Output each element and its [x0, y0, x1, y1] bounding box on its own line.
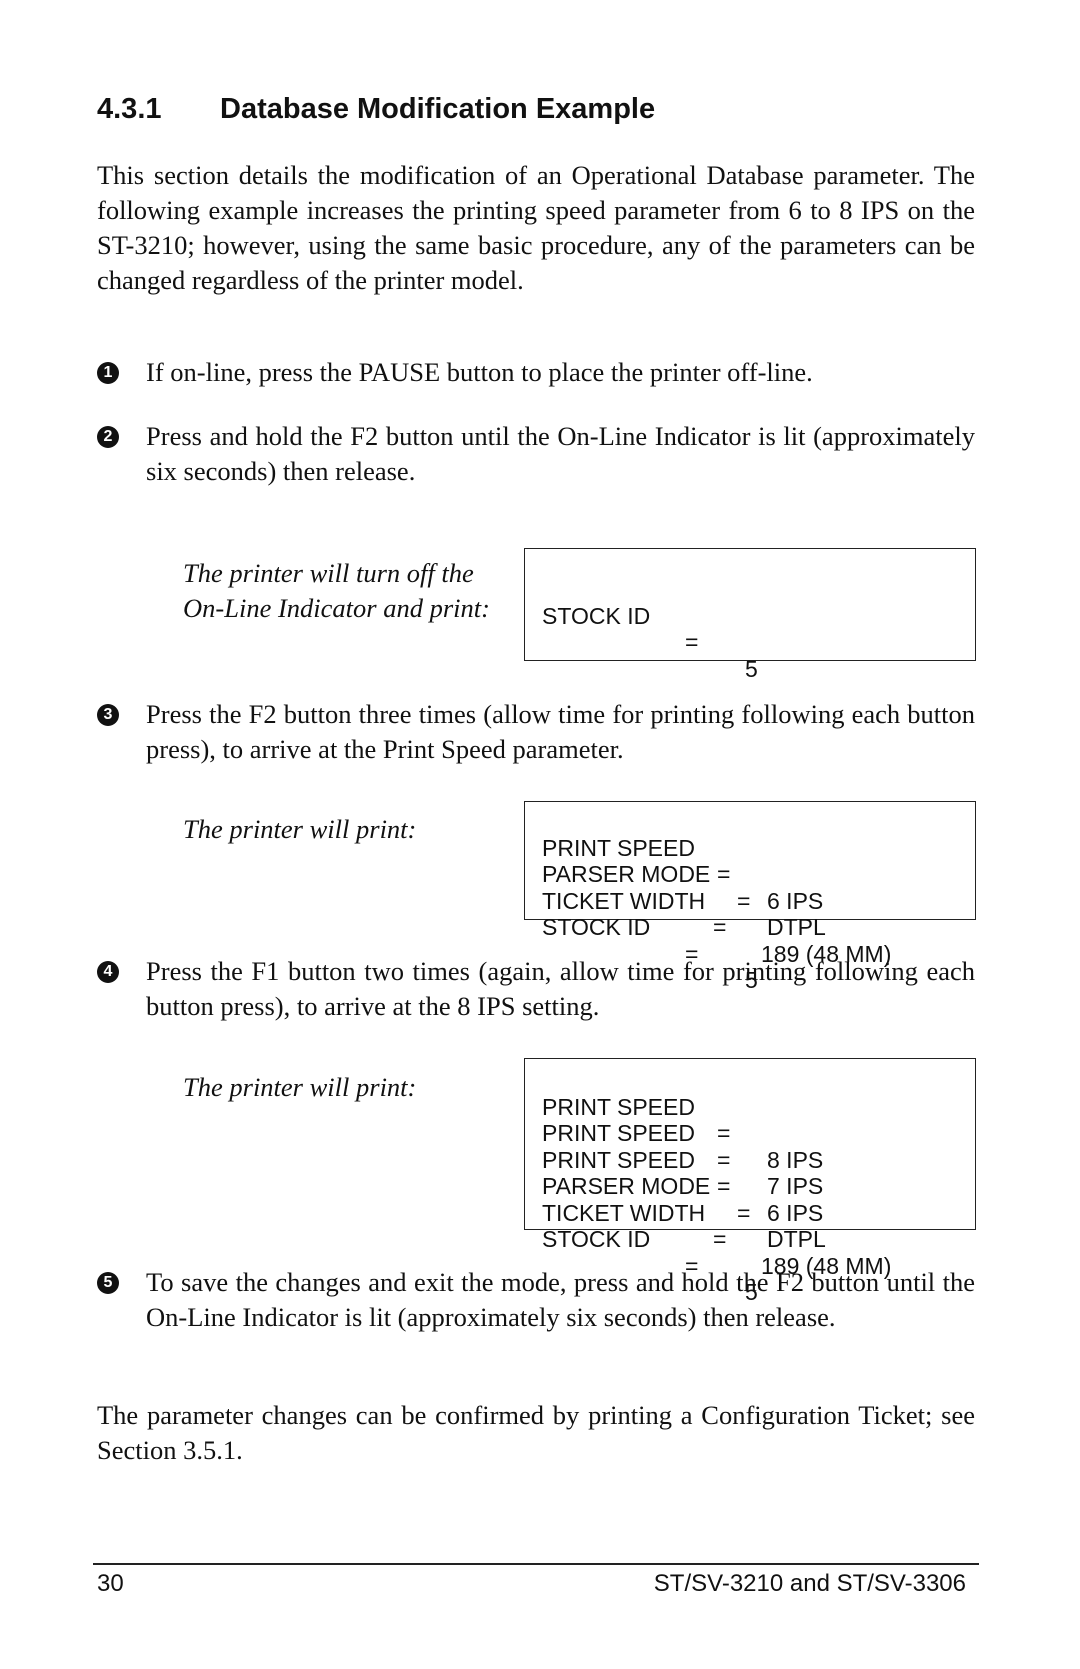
printout-equals: = [685, 629, 699, 655]
printout-row: PARSER MODE = DTPL [542, 835, 975, 940]
printout-key: STOCK ID [542, 914, 651, 940]
intro-paragraph: This section details the modification of… [97, 160, 975, 295]
step-number-icon: 1 [97, 362, 119, 384]
caption-after-step-3: The printer will print: [183, 814, 417, 844]
step-text: Press and hold the F2 button until the O… [146, 421, 975, 486]
printout-row: PRINT SPEED = 7 IPS [542, 1094, 975, 1199]
printout-after-step-4: PRINT SPEED = 8 IPS PRINT SPEED = 7 IPS … [524, 1058, 976, 1305]
footer-divider [93, 1563, 979, 1565]
printout-row: PRINT SPEED = 6 IPS [542, 808, 975, 914]
printout-row: STOCK ID = 5 [542, 888, 975, 993]
printout-value: 5 [745, 655, 758, 682]
printout-row: PARSER MODE = DTPL [542, 1147, 975, 1252]
printout-row: TICKET WIDTH = 189 (48 MM) [542, 861, 975, 967]
printout-value: DTPL [767, 1226, 826, 1252]
printout-value: DTPL [767, 914, 826, 940]
step-number-icon: 2 [97, 426, 119, 448]
step-number-icon: 4 [97, 961, 119, 983]
step-text: Press the F1 button two times (again, al… [146, 956, 975, 1021]
document-page: 4.3.1 Database Modification Example This … [0, 0, 1080, 1669]
printout-key: STOCK ID [542, 1226, 651, 1252]
step-text: If on-line, press the PAUSE button to pl… [146, 357, 813, 387]
step-text: To save the changes and exit the mode, p… [146, 1267, 975, 1332]
printout-row: PRINT SPEED = 8 IPS [542, 1067, 975, 1173]
section-number: 4.3.1 [97, 93, 162, 125]
page-number: 30 [97, 1570, 124, 1597]
section-heading: 4.3.1 Database Modification Example [97, 93, 655, 126]
footer-doc-title: ST/SV-3210 and ST/SV-3306 [653, 1570, 966, 1597]
step-number-icon: 3 [97, 704, 119, 726]
printout-row: TICKET WIDTH = 189 (48 MM) [542, 1173, 975, 1279]
caption-after-step-2: The printer will turn off the On-Line In… [183, 558, 490, 623]
printout-after-step-2: STOCK ID = 5 [524, 548, 976, 682]
step-number-icon: 5 [97, 1272, 119, 1294]
closing-paragraph: The parameter changes can be confirmed b… [97, 1400, 975, 1465]
section-title: Database Modification Example [220, 93, 656, 125]
printout-row: PRINT SPEED = 6 IPS [542, 1120, 975, 1226]
caption-after-step-4: The printer will print: [183, 1072, 417, 1102]
printout-key: STOCK ID [542, 602, 651, 629]
printout-row: STOCK ID = 5 [542, 576, 975, 682]
step-text: Press the F2 button three times (allow t… [146, 699, 975, 764]
printout-row: STOCK ID = 5 [542, 1200, 975, 1305]
printout-after-step-3: PRINT SPEED = 6 IPS PARSER MODE = DTPL T… [524, 801, 976, 993]
printout-equals: = [713, 914, 727, 940]
printout-equals: = [713, 1226, 727, 1252]
